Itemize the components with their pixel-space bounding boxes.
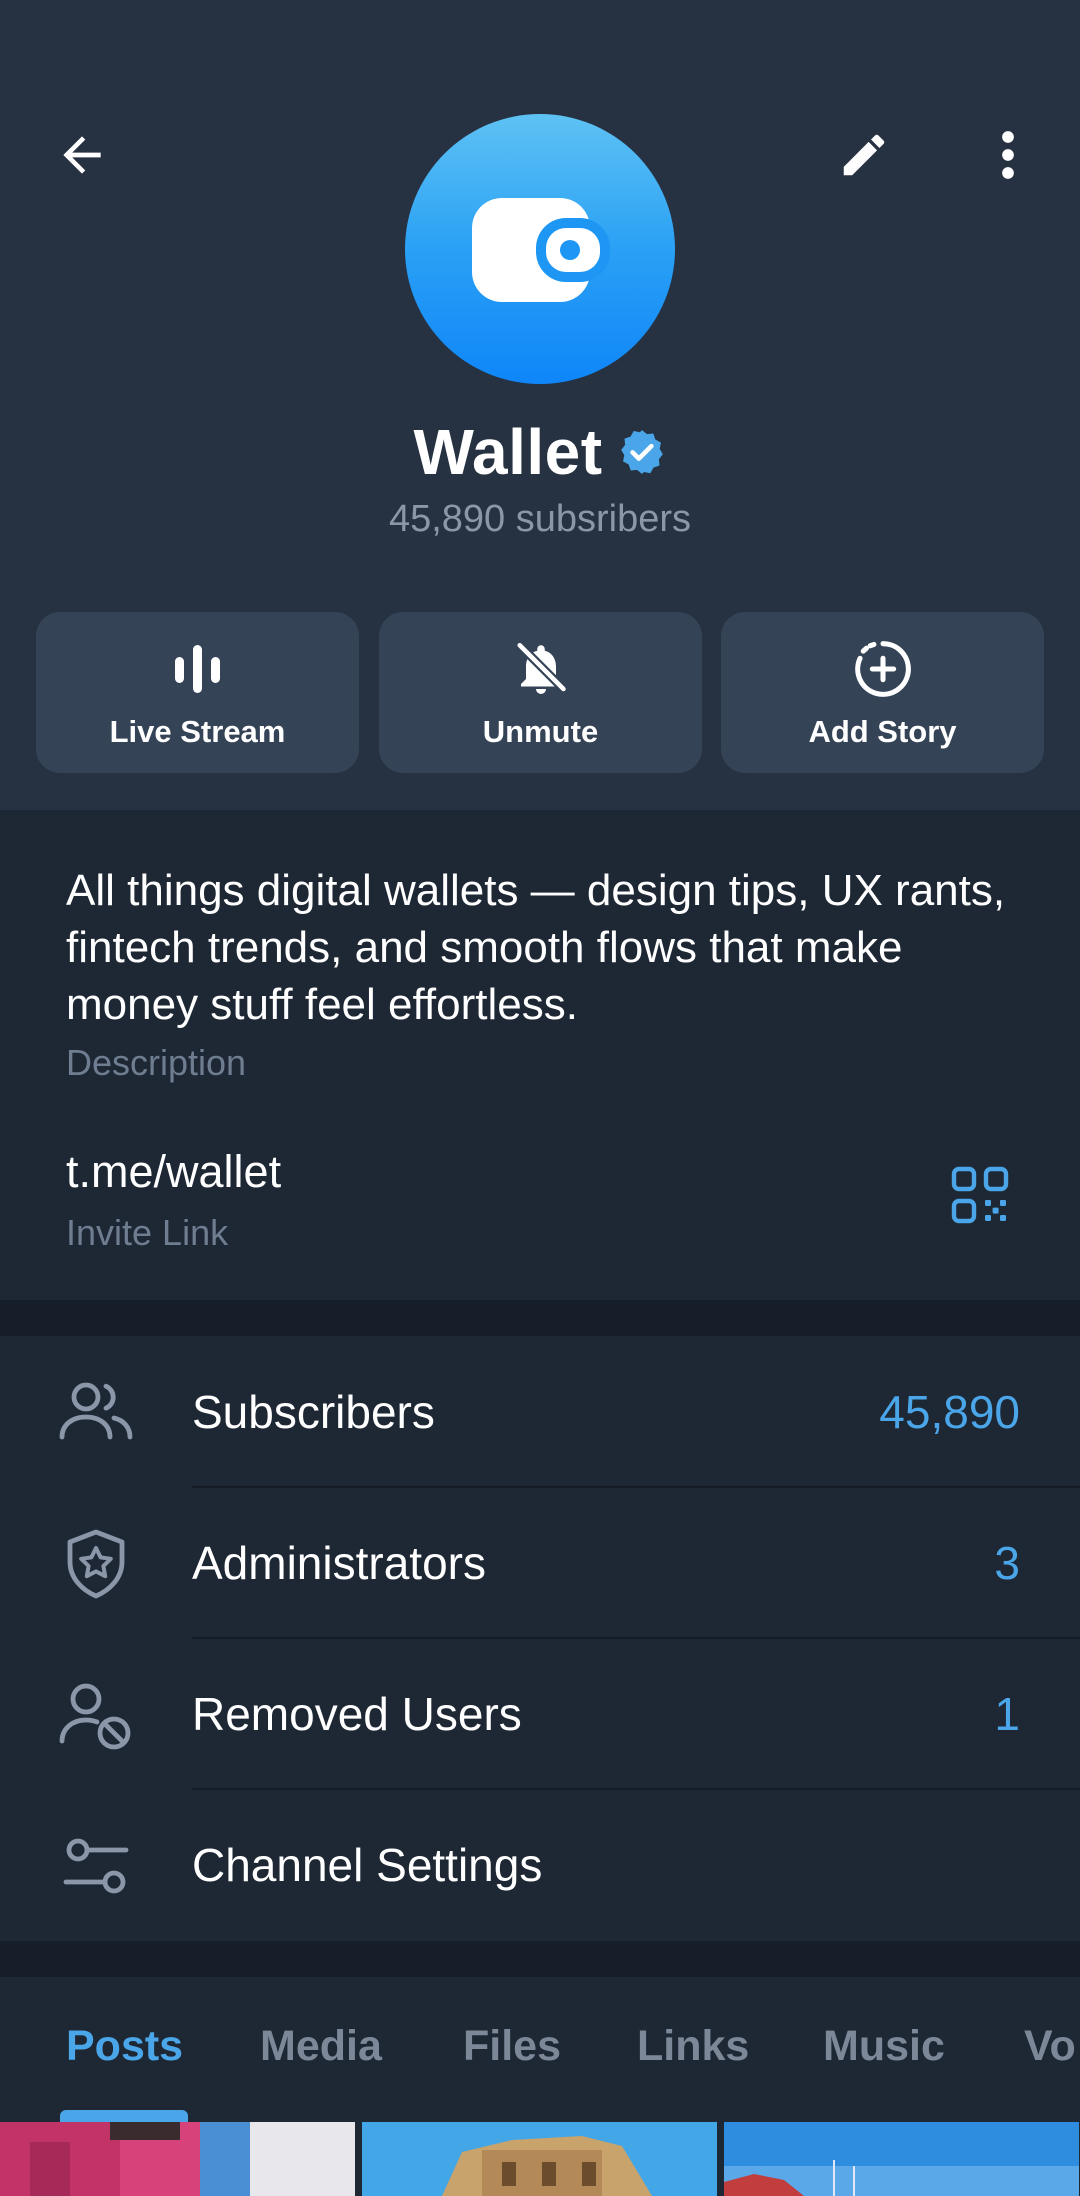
live-stream-button[interactable]: Live Stream bbox=[36, 612, 359, 773]
administrators-row[interactable]: Administrators 3 bbox=[0, 1488, 1080, 1639]
removed-users-row[interactable]: Removed Users 1 bbox=[0, 1639, 1080, 1790]
post-thumbnail[interactable] bbox=[0, 2122, 355, 2196]
administrators-label: Administrators bbox=[192, 1537, 486, 1589]
photo-sky-rooftops bbox=[724, 2122, 1079, 2196]
tab-links[interactable]: Links bbox=[637, 2022, 749, 2071]
photo-historic-building bbox=[362, 2122, 717, 2196]
media-tabs: Posts Media Files Links Music Vo bbox=[0, 1977, 1080, 2122]
edit-button[interactable] bbox=[816, 107, 912, 203]
subscriber-count: 45,890 subsribers bbox=[388, 498, 692, 540]
back-arrow-icon bbox=[63, 136, 101, 174]
qr-code-button[interactable] bbox=[950, 1165, 1030, 1245]
live-stream-label: Live Stream bbox=[109, 714, 286, 749]
channel-settings-row[interactable]: Channel Settings bbox=[0, 1790, 1080, 1941]
add-story-label: Add Story bbox=[808, 714, 957, 749]
administrators-count: 3 bbox=[994, 1537, 1020, 1589]
user-blocked-icon bbox=[59, 1683, 131, 1750]
post-thumbnail[interactable] bbox=[362, 2122, 717, 2196]
channel-management-list: Subscribers 45,890 Administrators 3 Remo… bbox=[0, 1337, 1080, 1941]
add-story-button[interactable]: Add Story bbox=[721, 612, 1044, 773]
subscribers-label: Subscribers bbox=[192, 1386, 435, 1438]
section-separator bbox=[0, 1941, 1080, 1977]
more-options-button[interactable] bbox=[960, 107, 1056, 203]
tab-files[interactable]: Files bbox=[463, 2022, 561, 2071]
bell-off-icon bbox=[516, 642, 567, 694]
verified-badge-icon bbox=[620, 430, 663, 474]
post-thumbnail[interactable] bbox=[724, 2122, 1079, 2196]
unmute-button[interactable]: Unmute bbox=[379, 612, 702, 773]
description-label: Description bbox=[66, 1042, 247, 1083]
channel-avatar[interactable] bbox=[405, 114, 675, 384]
settings-sliders-icon bbox=[63, 1838, 129, 1894]
photo-pink-building bbox=[0, 2122, 355, 2196]
tab-media[interactable]: Media bbox=[260, 2022, 382, 2071]
channel-info-section: All things digital wallets — design tips… bbox=[0, 810, 1080, 1300]
tab-music[interactable]: Music bbox=[823, 2022, 945, 2071]
pencil-icon bbox=[843, 134, 885, 176]
posts-grid bbox=[0, 2122, 1080, 2196]
subscribers-row[interactable]: Subscribers 45,890 bbox=[0, 1337, 1080, 1488]
live-stream-icon bbox=[174, 645, 220, 693]
section-separator bbox=[0, 1300, 1080, 1336]
shield-star-icon bbox=[67, 1529, 125, 1599]
qr-code-icon bbox=[951, 1166, 1009, 1224]
channel-title-row: Wallet bbox=[0, 410, 1080, 494]
removed-users-label: Removed Users bbox=[192, 1688, 522, 1740]
subscribers-count: 45,890 bbox=[879, 1386, 1020, 1438]
channel-header: Wallet 45,890 subsribers Live Stream Unm… bbox=[0, 0, 1080, 810]
wallet-icon bbox=[472, 198, 610, 302]
more-vertical-icon bbox=[1002, 131, 1014, 179]
unmute-label: Unmute bbox=[482, 714, 599, 749]
add-story-icon bbox=[854, 641, 911, 697]
active-tab-indicator bbox=[60, 2110, 188, 2122]
channel-title: Wallet bbox=[413, 416, 603, 488]
removed-users-count: 1 bbox=[994, 1688, 1020, 1740]
tab-voice[interactable]: Vo bbox=[1024, 2022, 1076, 2071]
people-icon bbox=[59, 1382, 133, 1440]
channel-description[interactable]: All things digital wallets — design tips… bbox=[66, 862, 1016, 1033]
tab-posts[interactable]: Posts bbox=[66, 2022, 183, 2071]
channel-settings-label: Channel Settings bbox=[192, 1839, 543, 1891]
invite-link-label: Invite Link bbox=[66, 1212, 229, 1253]
invite-link[interactable]: t.me/wallet bbox=[66, 1146, 281, 1198]
back-button[interactable] bbox=[34, 107, 130, 203]
